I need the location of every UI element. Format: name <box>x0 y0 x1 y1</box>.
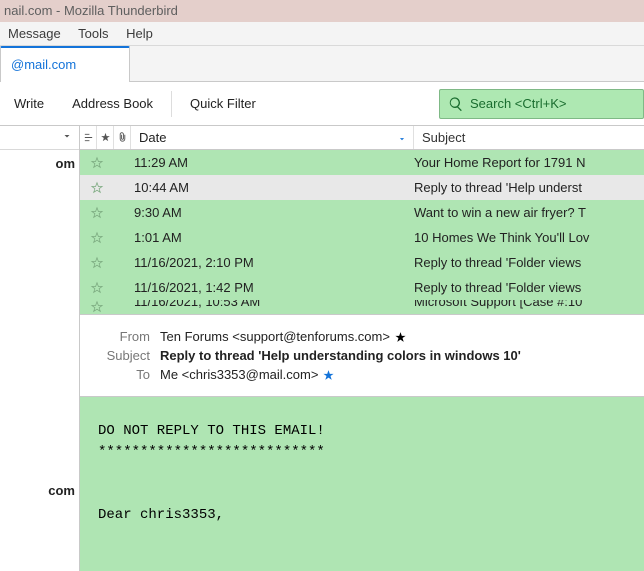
tab-strip: @mail.com <box>0 46 644 82</box>
contact-star-icon[interactable] <box>322 369 335 382</box>
message-subject: Reply to thread 'Help underst <box>414 180 644 195</box>
chevron-down-icon <box>61 130 73 145</box>
write-button[interactable]: Write <box>0 82 58 126</box>
message-date: 11/16/2021, 2:10 PM <box>114 255 414 270</box>
message-row[interactable]: 1:01 AM10 Homes We Think You'll Lov <box>80 225 644 250</box>
sidebar-account-2[interactable]: com <box>0 477 79 504</box>
tab-account[interactable]: @mail.com <box>0 46 130 82</box>
message-date: 11/16/2021, 10:53 AM <box>114 300 414 309</box>
message-row[interactable]: 11/16/2021, 2:10 PMReply to thread 'Fold… <box>80 250 644 275</box>
menu-message[interactable]: Message <box>8 26 61 41</box>
message-row[interactable]: 9:30 AMWant to win a new air fryer? T <box>80 200 644 225</box>
folder-sidebar: om com <box>0 126 80 571</box>
from-label: From <box>92 329 150 344</box>
star-toggle[interactable] <box>80 206 114 220</box>
message-body: DO NOT REPLY TO THIS EMAIL! ************… <box>80 397 644 571</box>
column-date[interactable]: Date <box>131 126 414 149</box>
message-subject: Microsoft Support [Case #:10 <box>414 300 644 309</box>
message-subject: Want to win a new air fryer? T <box>414 205 644 220</box>
star-toggle[interactable] <box>80 281 114 295</box>
message-date: 10:44 AM <box>114 180 414 195</box>
star-toggle[interactable] <box>80 300 114 314</box>
message-row[interactable]: 10:44 AMReply to thread 'Help underst <box>80 175 644 200</box>
menu-tools[interactable]: Tools <box>78 26 108 41</box>
column-header-row: Date Subject <box>80 126 644 150</box>
column-star-icon[interactable] <box>97 126 114 149</box>
subject-value: Reply to thread 'Help understanding colo… <box>160 348 521 363</box>
menu-bar: Message Tools Help <box>0 22 644 46</box>
star-toggle[interactable] <box>80 256 114 270</box>
contact-star-icon[interactable] <box>394 331 407 344</box>
message-row[interactable]: 11/16/2021, 10:53 AMMicrosoft Support [C… <box>80 300 644 314</box>
column-attachment-icon[interactable] <box>114 126 131 149</box>
address-book-button[interactable]: Address Book <box>58 82 167 126</box>
subject-label: Subject <box>92 348 150 363</box>
message-date: 11:29 AM <box>114 155 414 170</box>
to-label: To <box>92 367 150 382</box>
column-subject[interactable]: Subject <box>414 126 644 149</box>
menu-help[interactable]: Help <box>126 26 153 41</box>
toolbar: Write Address Book Quick Filter <box>0 82 644 126</box>
message-date: 11/16/2021, 1:42 PM <box>114 280 414 295</box>
message-row[interactable]: 11/16/2021, 1:42 PMReply to thread 'Fold… <box>80 275 644 300</box>
sidebar-header[interactable] <box>0 126 79 150</box>
message-list: 11:29 AMYour Home Report for 1791 N10:44… <box>80 150 644 314</box>
message-row[interactable]: 11:29 AMYour Home Report for 1791 N <box>80 150 644 175</box>
star-toggle[interactable] <box>80 181 114 195</box>
column-date-label: Date <box>139 130 166 145</box>
message-subject: Reply to thread 'Folder views <box>414 280 644 295</box>
message-subject: Your Home Report for 1791 N <box>414 155 644 170</box>
column-thread-icon[interactable] <box>80 126 97 149</box>
sidebar-account-1[interactable]: om <box>0 150 79 177</box>
from-value: Ten Forums <support@tenforums.com> <box>160 329 407 344</box>
message-date: 1:01 AM <box>114 230 414 245</box>
sort-descending-icon <box>397 132 407 147</box>
search-icon <box>448 96 464 112</box>
to-value: Me <chris3353@mail.com> <box>160 367 335 382</box>
message-header-pane: From Ten Forums <support@tenforums.com> … <box>80 314 644 397</box>
message-subject: Reply to thread 'Folder views <box>414 255 644 270</box>
star-toggle[interactable] <box>80 156 114 170</box>
search-box[interactable] <box>439 89 644 119</box>
star-toggle[interactable] <box>80 231 114 245</box>
search-input[interactable] <box>470 96 630 111</box>
message-subject: 10 Homes We Think You'll Lov <box>414 230 644 245</box>
quick-filter-button[interactable]: Quick Filter <box>176 82 270 126</box>
message-date: 9:30 AM <box>114 205 414 220</box>
window-titlebar: nail.com - Mozilla Thunderbird <box>0 0 644 22</box>
toolbar-separator <box>171 91 172 117</box>
